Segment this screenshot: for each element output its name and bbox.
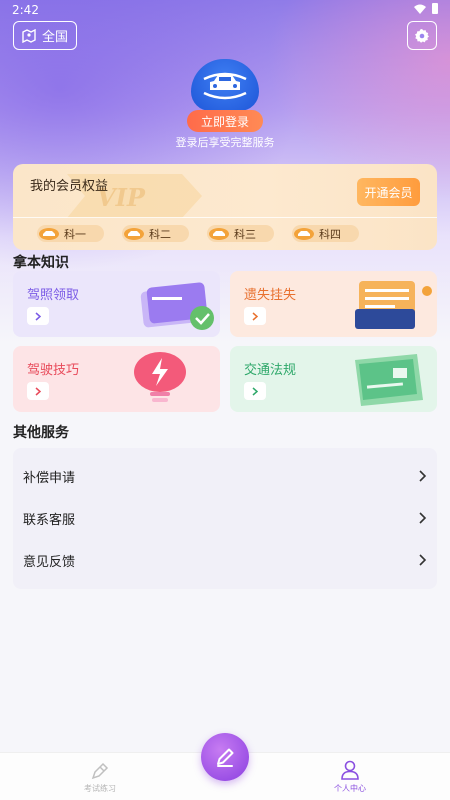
login-button[interactable]: 立即登录 — [187, 110, 263, 132]
car-icon — [203, 72, 247, 100]
other-services-list: 补偿申请 联系客服 意见反馈 — [13, 448, 437, 589]
subject-chip-3[interactable]: 科三 — [207, 225, 274, 242]
map-icon — [22, 28, 36, 43]
car-badge-icon — [294, 227, 314, 240]
region-selector-button[interactable]: 全国 — [13, 21, 78, 50]
knowledge-section-title: 拿本知识 — [13, 255, 69, 271]
knowledge-card-title: 遗失挂失 — [244, 288, 297, 303]
settings-button[interactable] — [407, 21, 437, 50]
vip-title: 我的会员权益 — [30, 179, 109, 194]
service-item-compensation[interactable]: 补偿申请 — [13, 458, 437, 494]
tab-label: 考试练习 — [84, 784, 116, 793]
chevron-right-icon — [419, 470, 427, 482]
service-item-label: 意见反馈 — [23, 554, 76, 570]
edit-pencil-icon — [217, 748, 234, 767]
regulation-scroll-icon — [355, 354, 423, 406]
vip-divider — [13, 217, 437, 218]
tab-personal-center[interactable]: 个人中心 — [320, 759, 380, 794]
knowledge-card-traffic-regulations[interactable]: 交通法规 — [230, 346, 437, 412]
vip-benefits-card[interactable]: VIP 我的会员权益 开通会员 科一 科二 科三 科四 — [13, 164, 437, 250]
lightning-lamp-icon — [134, 352, 186, 402]
subject-list: 科一 科二 科三 科四 — [37, 225, 359, 242]
knowledge-card-loss-report[interactable]: 遗失挂失 — [230, 271, 437, 337]
pen-icon — [91, 762, 109, 780]
tab-label: 个人中心 — [334, 784, 366, 793]
chevron-right-icon — [419, 512, 427, 524]
subject-chip-4[interactable]: 科四 — [292, 225, 359, 242]
chevron-right-icon — [27, 307, 49, 325]
region-label: 全国 — [42, 30, 69, 45]
tab-exam-practice[interactable]: 考试练习 — [70, 761, 130, 794]
practice-fab-button[interactable] — [201, 733, 249, 781]
subject-label: 科三 — [234, 227, 256, 241]
car-badge-icon — [124, 227, 144, 240]
knowledge-card-title: 驾照领取 — [27, 288, 80, 303]
gear-icon — [415, 28, 429, 43]
status-bar: 2:42 — [0, 0, 450, 20]
service-item-feedback[interactable]: 意见反馈 — [13, 542, 437, 578]
chevron-right-icon — [27, 382, 49, 400]
service-item-customer-service[interactable]: 联系客服 — [13, 500, 437, 536]
open-membership-button[interactable]: 开通会员 — [357, 178, 420, 206]
login-hint: 登录后享受完整服务 — [175, 136, 275, 149]
subject-chip-2[interactable]: 科二 — [122, 225, 189, 242]
car-badge-icon — [209, 227, 229, 240]
status-time: 2:42 — [12, 3, 39, 17]
other-services-section-title: 其他服务 — [13, 425, 69, 441]
subject-label: 科二 — [149, 227, 171, 241]
car-badge-icon — [39, 227, 59, 240]
subject-chip-1[interactable]: 科一 — [37, 225, 104, 242]
subject-label: 科一 — [64, 227, 86, 241]
knowledge-card-title: 交通法规 — [244, 363, 297, 378]
chevron-right-icon — [244, 382, 266, 400]
user-icon — [341, 760, 359, 780]
knowledge-card-license-pickup[interactable]: 驾照领取 — [13, 271, 220, 337]
service-item-label: 联系客服 — [23, 512, 76, 528]
chevron-right-icon — [419, 554, 427, 566]
knowledge-card-title: 驾驶技巧 — [27, 363, 80, 378]
service-item-label: 补偿申请 — [23, 470, 76, 486]
battery-icon — [432, 3, 438, 14]
status-icons — [414, 3, 438, 14]
license-card-icon — [140, 282, 214, 330]
subject-label: 科四 — [319, 227, 341, 241]
document-tablet-icon — [355, 281, 432, 329]
wifi-icon — [414, 4, 426, 14]
knowledge-card-driving-tips[interactable]: 驾驶技巧 — [13, 346, 220, 412]
chevron-right-icon — [244, 307, 266, 325]
